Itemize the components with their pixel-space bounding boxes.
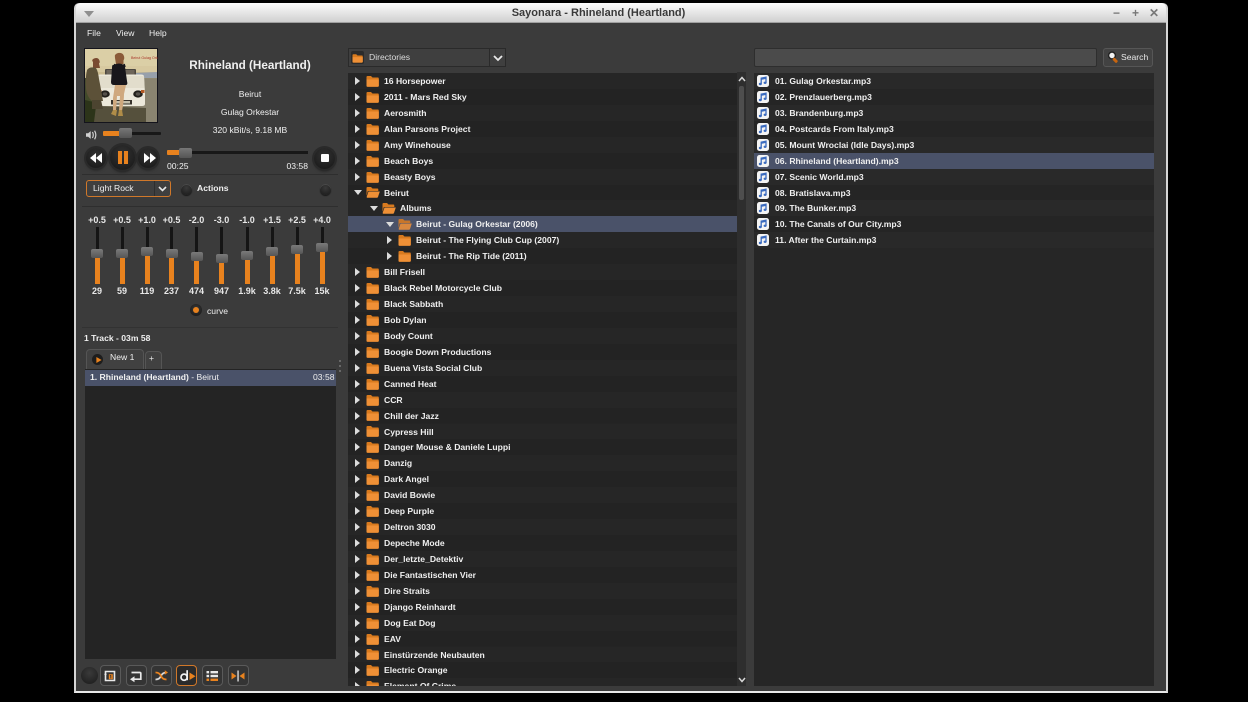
svg-text:Beirut Gulag Orkestar: Beirut Gulag Orkestar [131,56,158,60]
